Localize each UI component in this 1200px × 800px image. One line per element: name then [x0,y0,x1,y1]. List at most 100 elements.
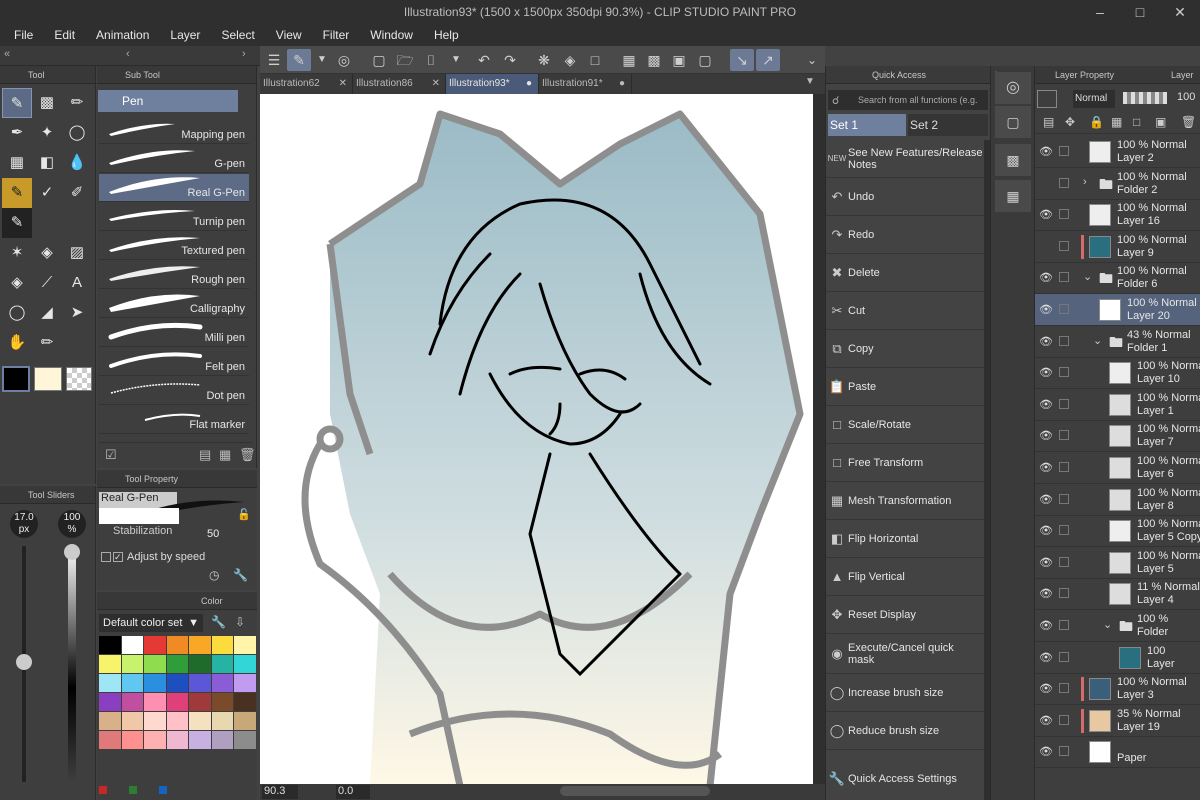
loading-icon[interactable]: ❋ [532,49,556,71]
brush-felt-pen[interactable]: Felt pen [99,348,249,376]
eye-icon[interactable]: 👁 [1037,398,1055,411]
eye-icon[interactable]: 👁 [1037,335,1055,348]
color-swatch[interactable] [99,655,121,673]
menu-animation[interactable]: Animation [89,28,156,42]
eraser-stamp-icon[interactable]: ▩ [32,88,62,118]
color-swatch-grid[interactable] [99,636,256,749]
layer-checkbox[interactable] [1059,462,1069,472]
lock-icon[interactable]: 🔓 [237,508,251,521]
color-swatch[interactable] [189,712,211,730]
tab-set1[interactable]: Set 1 [828,114,906,136]
color-swatch[interactable] [234,731,256,749]
eye-icon[interactable]: 👁 [1037,714,1055,727]
color-swatch[interactable] [211,693,233,711]
color-swatch[interactable] [234,674,256,692]
brush-flat-marker[interactable]: Flat marker [99,406,249,434]
lock-transparency-icon[interactable]: ▦ [1111,115,1122,129]
eyedropper-icon[interactable]: ✐ [62,178,92,208]
sub-color-swatch[interactable] [34,367,62,391]
magic-wand-icon[interactable]: ✶ [2,238,32,268]
color-swatch[interactable] [189,731,211,749]
brush-calligraphy[interactable]: Calligraphy [99,290,249,318]
invert-selection-icon[interactable]: ▩ [642,49,666,71]
color-swatch[interactable] [234,655,256,673]
brush-milli-pen[interactable]: Milli pen [99,319,249,347]
qa-item-reset-display[interactable]: ✥ Reset Display [826,596,984,634]
new-file-icon[interactable]: ▢ [367,49,391,71]
transform-icon[interactable]: □ [583,49,607,71]
layer-folder-row[interactable]: 👁 ⌄ 🖿 43 % Normal Folder 1 [1035,326,1200,358]
eye-icon[interactable]: 👁 [1037,493,1055,506]
fill-bucket-icon[interactable]: ◈ [32,238,62,268]
layer-checkbox[interactable] [1059,525,1069,536]
color-swatch[interactable] [99,731,121,749]
layer-checkbox[interactable] [1059,556,1069,567]
color-swatch[interactable] [144,731,166,749]
chevron-down-icon[interactable]: ⌄ [1103,618,1112,631]
vertical-scrollbar[interactable] [813,94,825,786]
eye-icon[interactable]: 👁 [1037,745,1055,758]
brush-mapping-pen[interactable]: Mapping pen [99,116,249,144]
menu-filter[interactable]: Filter [316,28,357,42]
transparent-swatch[interactable] [66,367,92,391]
color-swatch[interactable] [121,731,143,749]
save-icon[interactable]: ⌷ [419,49,443,71]
vector-select-icon[interactable]: ◢ [32,298,62,328]
color-swatch[interactable] [99,674,121,692]
horizontal-scrollbar[interactable] [560,786,710,796]
layer-checkbox[interactable] [1059,398,1069,409]
layer-row[interactable]: 100 % Normal Layer 9 [1035,231,1200,263]
layer-row[interactable]: 👁 100 % Normal Layer 2 [1035,136,1200,168]
brush-g-pen[interactable]: G-pen [99,145,249,173]
layer-row[interactable]: 👁 100 % Normal Layer 1 [1035,389,1200,421]
line-icon[interactable]: ⟋ [32,268,62,298]
color-swatch[interactable] [189,693,211,711]
layer-checkbox[interactable] [1059,209,1069,220]
layer-row[interactable]: 👁 100 % Normal Layer 3 [1035,673,1200,706]
gradient-icon[interactable]: ▨ [62,238,92,268]
dropper-icon[interactable]: ✏ [32,328,62,358]
layer-row[interactable]: 👁 11 % Normal Layer 4 [1035,578,1200,611]
color-swatch[interactable] [144,712,166,730]
size-slider-thumb[interactable] [16,654,32,670]
hand-icon[interactable]: ✋ [2,328,32,358]
reference-icon[interactable]: ✥ [1065,115,1075,129]
pen-group-tab[interactable]: Pen [98,90,238,112]
material-icon[interactable]: ▩ [995,144,1031,176]
color-swatch[interactable] [189,674,211,692]
color-swatch[interactable] [211,731,233,749]
collapse-left-icon[interactable]: « [4,48,10,60]
main-color-swatch[interactable] [2,366,30,392]
undo-icon[interactable]: ↶ [472,49,496,71]
menu-window[interactable]: Window [363,28,420,42]
mask-icon[interactable]: ▣ [1155,115,1166,129]
eye-icon[interactable]: 👁 [1037,208,1055,221]
eye-icon[interactable]: 👁 [1037,651,1055,664]
chevron-down-icon[interactable]: ⌄ [1093,334,1102,347]
edit-pen-icon[interactable]: ✎ [287,49,311,71]
color-swatch[interactable] [166,712,188,730]
angle-field[interactable]: 0.0 [336,785,370,799]
layer-checkbox[interactable] [1059,620,1069,630]
eye-icon[interactable]: 👁 [1037,682,1055,695]
eraser-icon[interactable]: ◧ [32,148,62,178]
color-swatch[interactable] [166,655,188,673]
layer-row[interactable]: 👁 100 % Normal Layer 5 [1035,547,1200,579]
spiral-icon[interactable]: ◎ [332,49,356,71]
marker-icon[interactable]: ✎ [2,178,32,208]
menu-edit[interactable]: Edit [47,28,82,42]
sparkle-icon[interactable]: ✦ [32,118,62,148]
pen-tool-icon[interactable]: ✎ [2,88,32,118]
redo-icon[interactable]: ↷ [498,49,522,71]
blend-mode-select[interactable]: Normal [1073,90,1115,108]
color-swatch[interactable] [166,674,188,692]
color-swatch[interactable] [144,693,166,711]
layer-row[interactable]: 👁 100 % Normal Layer 5 Copy [1035,515,1200,548]
pencil-tool-icon[interactable]: ✏ [62,88,92,118]
menu-select[interactable]: Select [214,28,261,42]
canvas-paper[interactable] [260,94,813,787]
qa-item-undo[interactable]: ↶ Undo [826,178,984,216]
new-subtool-icon[interactable]: ▦ [219,447,231,463]
timeline-icon[interactable]: ▦ [995,180,1031,212]
layer-row[interactable]: 👁 100 % Normal Layer 20 [1035,294,1200,326]
